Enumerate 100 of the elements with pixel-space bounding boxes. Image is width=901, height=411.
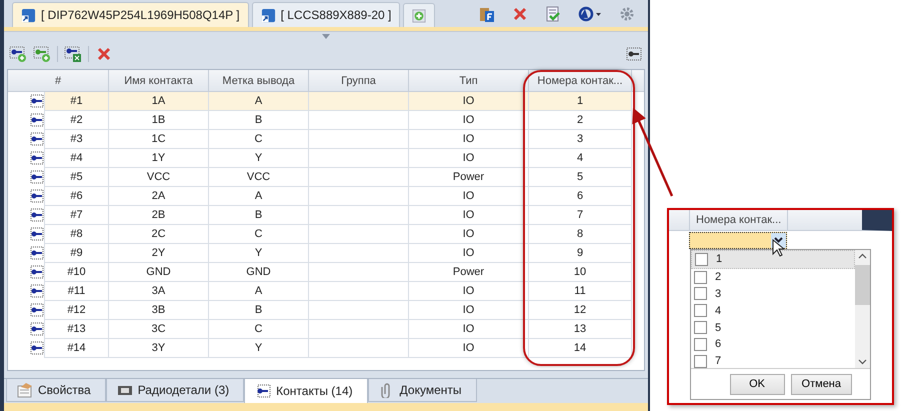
contact-icon (28, 132, 44, 146)
table-cell: IO (409, 111, 529, 130)
settings-icon[interactable] (618, 6, 636, 22)
table-cell: IO (409, 301, 529, 320)
table-cell: VCC (209, 168, 309, 187)
table-cell: B (209, 301, 309, 320)
filter-field[interactable] (689, 232, 787, 248)
table-cell: 1B (109, 111, 209, 130)
shortcut-icon (260, 8, 276, 22)
export-spreadsheet-icon[interactable] (64, 46, 82, 62)
table-cell: IO (409, 149, 529, 168)
ok-button[interactable]: OK (730, 374, 785, 394)
add-tab-button[interactable] (403, 3, 436, 27)
contact-icon (28, 246, 44, 260)
list-option[interactable]: 6 (691, 336, 855, 353)
checklist-icon[interactable] (544, 6, 562, 22)
table-cell: 8 (529, 225, 632, 244)
table-cell: 6 (529, 187, 632, 206)
list-option[interactable]: 3 (691, 286, 855, 302)
column-header[interactable]: Номера контак... (529, 70, 632, 91)
table-cell: #13 (44, 320, 109, 339)
table-cell: #9 (44, 244, 109, 263)
column-header[interactable]: # (8, 70, 109, 91)
document-tab[interactable]: [ DIP762W45P254L1969H508Q14P ] (12, 2, 249, 27)
contact-icon[interactable] (625, 46, 643, 62)
checkbox[interactable] (694, 287, 707, 300)
panel-tab[interactable]: Свойства (6, 379, 106, 402)
checkbox[interactable] (694, 338, 707, 351)
table-cell: 2A (109, 187, 209, 206)
table-cell: IO (409, 187, 529, 206)
table-cell: Power (409, 263, 529, 282)
shortcut-icon (21, 8, 36, 22)
table-cell: A (209, 282, 309, 301)
table-cell: 2 (529, 111, 632, 130)
add-icon (412, 8, 426, 22)
panel-tab[interactable]: Радиодетали (3) (106, 379, 244, 402)
list-option[interactable]: 1 (691, 250, 855, 269)
table-cell: #11 (44, 282, 109, 301)
table-cell: Y (209, 244, 309, 263)
table-cell: 12 (529, 301, 632, 320)
scroll-down-icon[interactable] (858, 359, 867, 365)
table-cell: B (209, 111, 309, 130)
table-cell: #5 (44, 168, 109, 187)
clipboard-icon[interactable] (478, 6, 496, 22)
table-cell: IO (409, 225, 529, 244)
contact-icon (28, 284, 44, 298)
option-label: 6 (715, 338, 722, 350)
table-cell: 14 (529, 339, 632, 358)
option-label: 7 (715, 355, 722, 368)
document-tab[interactable]: [ LCCS889X889-20 ] (252, 2, 400, 27)
cancel-button[interactable]: Отмена (790, 374, 852, 394)
contact-icon (28, 113, 44, 127)
table-cell: IO (409, 206, 529, 225)
add-contact-icon[interactable] (9, 46, 27, 62)
checkbox[interactable] (695, 252, 708, 266)
list-option[interactable]: 4 (691, 302, 855, 320)
scroll-up-icon[interactable] (858, 253, 867, 259)
table-cell: C (209, 320, 309, 339)
list-option[interactable]: 2 (691, 268, 855, 286)
delete-icon[interactable] (511, 6, 529, 22)
checkbox[interactable] (694, 270, 707, 284)
contact-icon (28, 303, 44, 317)
table-cell: 9 (529, 244, 632, 263)
list-option[interactable]: 7 (691, 352, 855, 370)
list-option[interactable]: 5 (691, 319, 855, 336)
column-header[interactable]: Тип (409, 70, 529, 91)
checkbox[interactable] (694, 354, 707, 368)
table-cell: 13 (529, 320, 632, 339)
checkbox[interactable] (694, 304, 707, 318)
column-header[interactable]: Имя контакта (109, 70, 209, 91)
contact-icon (28, 189, 44, 203)
table-cell: 4 (529, 149, 632, 168)
scrollbar[interactable] (855, 250, 870, 368)
table-cell: Y (209, 149, 309, 168)
table-cell: C (209, 130, 309, 149)
option-label: 3 (715, 288, 722, 300)
option-label: 1 (716, 253, 722, 266)
collapse-icon[interactable] (322, 34, 330, 39)
table-cell: Power (409, 168, 529, 187)
panel-tab[interactable]: Документы (368, 379, 476, 402)
table-cell: 3C (109, 320, 209, 339)
column-header[interactable]: Группа (309, 70, 409, 91)
table-cell: C (209, 225, 309, 244)
table-cell: B (209, 206, 309, 225)
table-cell: 1 (529, 92, 632, 111)
contact-icon (28, 227, 44, 241)
table-cell: 2Y (109, 244, 209, 263)
checkbox[interactable] (694, 321, 707, 334)
table-cell: 2C (109, 225, 209, 244)
table-cell: #2 (44, 111, 109, 130)
table-cell: IO (409, 282, 529, 301)
delete-icon[interactable] (95, 46, 113, 62)
table-cell: 2B (109, 206, 209, 225)
option-label: 2 (715, 271, 722, 284)
table-cell: A (209, 92, 309, 111)
table-cell: 5 (529, 168, 632, 187)
table-cell: 1A (109, 92, 209, 111)
column-header[interactable]: Метка вывода (209, 70, 309, 91)
logo-dropdown-icon[interactable] (577, 6, 603, 22)
panel-tab[interactable]: Контакты (14) (244, 379, 368, 404)
